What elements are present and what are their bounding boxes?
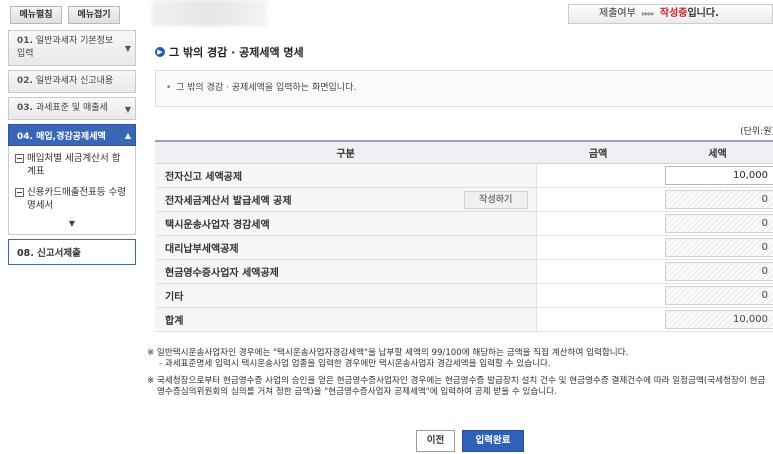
menu-item-number: 03. [17,103,33,113]
table-row: 전자세금계산서 발급세액 공제 작성하기 0 [155,187,773,212]
submenu-item-tax-invoice-summary[interactable]: 매입처별 세금계산서 합계표 [15,152,129,178]
action-buttons: 이전 입력완료 [416,430,524,452]
menu-item-submit-report[interactable]: 08. 신고서제출 [8,239,136,265]
row-label: 합계 [155,307,537,332]
row-label: 대리납부세액공제 [155,235,537,260]
menu-item-label: 과세표준 및 매출세 [35,103,108,113]
amount-cell [535,283,660,308]
table-row: 전자신고 세액공제 10,000 [155,163,773,188]
amount-cell [535,187,660,212]
table-header-row: 구분 금액 세액 [155,140,773,164]
step-menu: 01. 일반과세자 기본정보 입력 ▼ 02. 일반과세자 신고내용 03. 과… [8,30,136,265]
info-box: • 그 밖의 경감 · 공제세액을 입력하는 화면입니다. [155,70,773,107]
submenu-item-label: 매입처별 세금계산서 합계표 [27,153,121,177]
unit-label: (단위:원) [740,127,773,137]
amount-cell [535,211,660,236]
note-cash-receipt: ※ 국세청장으로부터 현금영수증 사업의 승인을 얻은 현금영수증사업자인 경우… [145,376,773,398]
menu-item-label: 신고서제출 [37,248,81,259]
tax-cell: 0 [659,211,773,236]
note-text: ※ 국세청장으로부터 현금영수증 사업의 승인을 얻은 현금영수증사업자인 경우… [147,376,766,397]
menu-item-basic-info[interactable]: 01. 일반과세자 기본정보 입력 ▼ [8,30,136,66]
amount-cell [535,235,660,260]
menu-item-number: 08. [17,248,34,259]
menu-collapse-button[interactable]: 메뉴접기 [68,6,120,24]
taxi-reduction-tax-field: 0 [664,213,773,233]
table-row: 택시운송사업자 경감세액 0 [155,211,773,236]
section-title: ▶ 그 밖의 경감 · 공제세액 명세 [155,44,304,60]
deduction-table: 구분 금액 세액 전자신고 세액공제 10,000 전자세금계산서 발급세액 공… [155,140,773,332]
minus-box-icon [15,154,24,163]
table-row: 현금영수증사업자 세액공제 0 [155,259,773,284]
header-tax: 세액 [659,140,773,164]
prev-button[interactable]: 이전 [416,430,455,452]
electronic-filing-tax-input[interactable]: 10,000 [664,165,773,185]
menu-item-report-content[interactable]: 02. 일반과세자 신고내용 [8,70,136,93]
menu-item-number: 04. [17,132,33,142]
proxy-payment-tax-field: 0 [664,237,773,257]
bullet-icon: • [166,83,172,93]
row-label: 전자신고 세액공제 [155,163,537,188]
menu-item-tax-base[interactable]: 03. 과세표준 및 매출세 ▼ [8,97,136,120]
menu-item-number: 02. [17,76,33,86]
cash-receipt-tax-field: 0 [664,261,773,281]
row-label: 기타 [155,283,537,308]
minus-box-icon [15,188,24,197]
scroll-down-arrow-icon[interactable]: ▼ [15,220,129,230]
sidebar-top-buttons: 메뉴펼침 메뉴접기 [0,0,140,24]
row-label: 현금영수증사업자 세액공제 [155,259,537,284]
header-amount: 금액 [536,140,660,164]
chevron-down-icon: ▼ [124,44,131,53]
complete-input-button[interactable]: 입력완료 [462,430,524,452]
tax-cell: 0 [659,283,773,308]
table-row: 대리납부세액공제 0 [155,235,773,260]
amount-cell [535,307,660,332]
amount-cell [535,163,660,188]
note-subtext: - 과세표준명세 입력시 택시운송사업 업종을 입력한 경우에만 택시운송사업자… [159,359,551,369]
sidebar: 메뉴펼침 메뉴접기 01. 일반과세자 기본정보 입력 ▼ 02. 일반과세자 … [0,0,140,454]
menu-expand-button[interactable]: 메뉴펼침 [10,6,62,24]
tax-cell: 10,000 [659,307,773,332]
tax-cell: 0 [659,235,773,260]
total-tax-field: 10,000 [664,309,773,329]
row-label: 전자세금계산서 발급세액 공제 [165,195,292,207]
info-text: 그 밖의 경감 · 공제세액을 입력하는 화면입니다. [176,83,357,93]
menu-item-purchase-deduction[interactable]: 04. 매입,경감공제세액 ▲ [8,124,136,146]
chevron-down-icon: ▼ [124,104,131,114]
menu-item-label: 매입,경감공제세액 [36,132,106,142]
note-taxi: ※ 일반택시운송사업자인 경우에는 "택시운송사업자경감세액"을 납부할 세액의… [145,348,773,370]
submission-status-bar: 제출여부 ▸▸▸▸ 작성중입니다. [568,4,773,24]
chevron-up-icon: ▲ [124,131,131,140]
arrows-icon: ▸▸▸▸ [641,9,655,18]
menu-item-number: 01. [17,36,33,46]
tax-cell: 0 [659,187,773,212]
other-tax-field: 0 [664,285,773,305]
note-text: ※ 일반택시운송사업자인 경우에는 "택시운송사업자경감세액"을 납부할 세액의… [147,348,629,358]
tax-cell: 10,000 [659,163,773,188]
table-row-total: 합계 10,000 [155,307,773,332]
status-value: 작성중 [659,8,688,19]
write-button[interactable]: 작성하기 [463,190,528,209]
status-label: 제출여부 [599,8,636,19]
blurred-header-area [152,0,267,26]
tax-cell: 0 [659,259,773,284]
table-row: 기타 0 [155,283,773,308]
notes: ※ 일반택시운송사업자인 경우에는 "택시운송사업자경감세액"을 납부할 세액의… [145,348,773,404]
arrow-circle-icon: ▶ [155,47,165,57]
submenu-item-label: 신용카드매출전표등 수령명세서 [27,187,127,211]
section-title-text: 그 밖의 경감 · 공제세액 명세 [169,46,304,59]
row-label: 택시운송사업자 경감세액 [155,211,537,236]
menu-item-label: 일반과세자 신고내용 [35,76,114,86]
submenu-item-card-receipts[interactable]: 신용카드매출전표등 수령명세서 [15,186,129,212]
header-category: 구분 [155,140,537,164]
row-label-cell: 전자세금계산서 발급세액 공제 작성하기 [155,187,537,212]
amount-cell [535,259,660,284]
e-invoice-tax-field: 0 [664,189,773,209]
submenu: 매입처별 세금계산서 합계표 신용카드매출전표등 수령명세서 ▼ [8,146,136,235]
status-suffix: 입니다. [687,8,719,19]
